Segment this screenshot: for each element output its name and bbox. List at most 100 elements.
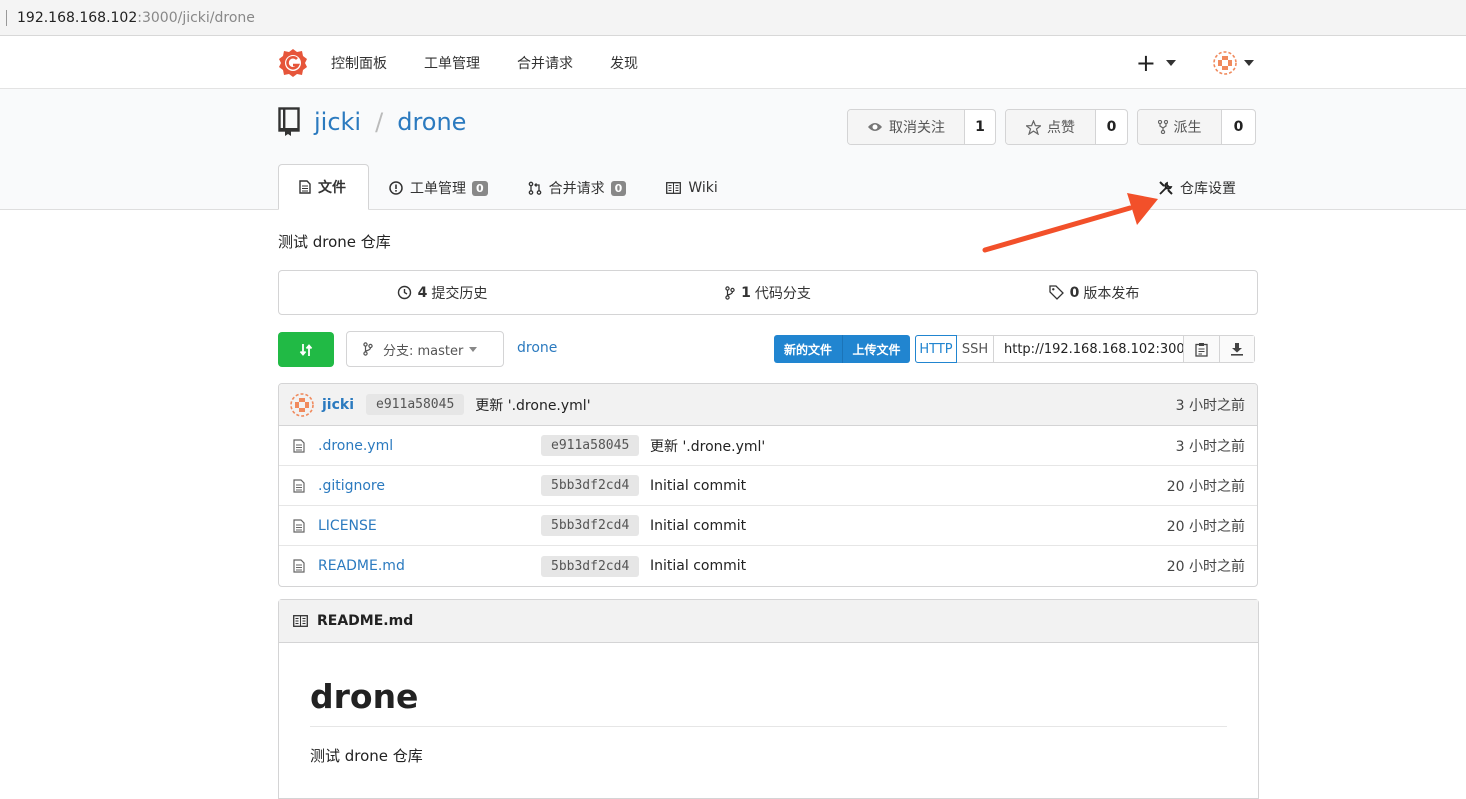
readme-body: 测试 drone 仓库	[310, 747, 423, 765]
file-icon	[293, 559, 305, 573]
fork-label: 派生	[1173, 120, 1202, 136]
tab-settings[interactable]: 仓库设置	[1158, 178, 1236, 198]
fork-button[interactable]: 派生	[1138, 110, 1222, 144]
file-commit-message[interactable]: 更新 '.drone.yml'	[650, 436, 765, 456]
star-count[interactable]: 0	[1096, 110, 1127, 144]
book-icon	[666, 182, 682, 194]
book-icon	[293, 615, 308, 627]
readme-panel: README.md drone 测试 drone 仓库	[278, 599, 1259, 799]
fork-icon	[1157, 120, 1168, 134]
branch-icon	[363, 342, 373, 356]
tab-files-label: 文件	[318, 180, 346, 196]
top-navbar: 控制面板 工单管理 合并请求 发现 +	[0, 36, 1466, 89]
repo-tabs: 文件 工单管理 0 合并请求 0 Wiki	[278, 164, 738, 210]
releases-label: 版本发布	[1083, 285, 1140, 302]
latest-commit-row: jicki e911a58045 更新 '.drone.yml' 3 小时之前	[279, 384, 1257, 426]
file-icon	[293, 518, 305, 533]
file-row[interactable]: .gitignore 5bb3df2cd4 Initial commit 20 …	[279, 466, 1257, 506]
tab-settings-label: 仓库设置	[1180, 181, 1236, 197]
tab-issues[interactable]: 工单管理 0	[369, 166, 508, 210]
file-commit-sha[interactable]: e911a58045	[541, 435, 640, 456]
file-commit-time: 20 小时之前	[1166, 559, 1245, 575]
commit-author-link[interactable]: jicki	[322, 397, 354, 413]
commit-sha-link[interactable]: e911a58045	[366, 394, 465, 415]
browser-address-bar[interactable]: 192.168.168.102:3000/jicki/drone	[0, 0, 1466, 36]
create-plus-icon[interactable]: +	[1136, 51, 1156, 75]
download-button[interactable]	[1219, 336, 1254, 362]
history-icon	[397, 285, 411, 300]
file-commit-message[interactable]: Initial commit	[650, 478, 746, 494]
nav-issues[interactable]: 工单管理	[424, 53, 480, 73]
repo-name-link[interactable]: drone	[397, 108, 466, 136]
file-icon	[293, 478, 305, 493]
file-row[interactable]: LICENSE 5bb3df2cd4 Initial commit 20 小时之…	[279, 506, 1257, 546]
fork-button-group: 派生 0	[1137, 109, 1256, 145]
file-row[interactable]: README.md 5bb3df2cd4 Initial commit 20 小…	[279, 546, 1257, 586]
file-icon	[293, 438, 305, 453]
tag-icon	[1048, 285, 1064, 300]
repo-separator: /	[375, 108, 384, 136]
commit-message: 更新 '.drone.yml'	[475, 397, 591, 414]
file-row[interactable]: .drone.yml e911a58045 更新 '.drone.yml' 3 …	[279, 426, 1257, 466]
tab-wiki-label: Wiki	[688, 180, 718, 196]
file-commit-sha[interactable]: 5bb3df2cd4	[541, 515, 640, 536]
copy-url-button[interactable]	[1184, 336, 1219, 362]
gitea-logo-icon[interactable]	[278, 48, 308, 78]
repo-description: 测试 drone 仓库	[278, 233, 391, 251]
http-clone-tab[interactable]: HTTP	[915, 335, 957, 363]
file-commit-message[interactable]: Initial commit	[650, 558, 746, 574]
file-commit-time: 3 小时之前	[1175, 438, 1245, 455]
branch-selector[interactable]: 分支: master	[346, 331, 504, 367]
watch-count[interactable]: 1	[965, 110, 995, 144]
new-file-button[interactable]: 新的文件	[774, 335, 842, 363]
commit-author-avatar[interactable]	[289, 392, 315, 418]
commits-label: 提交历史	[431, 285, 488, 302]
file-commit-sha[interactable]: 5bb3df2cd4	[541, 555, 640, 577]
file-commit-sha[interactable]: 5bb3df2cd4	[541, 475, 640, 496]
star-button[interactable]: 点赞	[1006, 110, 1096, 144]
commits-count: 4	[417, 284, 428, 301]
watch-label: 取消关注	[889, 120, 945, 136]
repo-owner-link[interactable]: jicki	[314, 108, 361, 136]
file-name-link[interactable]: LICENSE	[318, 518, 377, 534]
clone-url-group: HTTP SSH http://192.168.168.102:3000	[915, 335, 1255, 363]
releases-stat[interactable]: 0 版本发布	[931, 271, 1257, 314]
repo-title: jicki / drone	[278, 107, 466, 137]
star-icon	[1026, 119, 1041, 135]
tab-pulls-label: 合并请求	[548, 181, 605, 197]
file-icon	[299, 180, 311, 194]
tab-wiki[interactable]: Wiki	[646, 166, 737, 210]
nav-explore[interactable]: 发现	[610, 53, 638, 73]
breadcrumb-repo[interactable]: drone	[517, 340, 557, 356]
watch-button-group: 取消关注 1	[847, 109, 996, 145]
create-dropdown-caret-icon[interactable]	[1166, 59, 1176, 66]
eye-icon	[868, 123, 882, 131]
tab-files[interactable]: 文件	[278, 164, 369, 210]
branches-count: 1	[741, 284, 751, 301]
user-avatar[interactable]	[1212, 50, 1238, 76]
user-dropdown-caret-icon[interactable]	[1244, 59, 1254, 66]
tab-pulls[interactable]: 合并请求 0	[508, 166, 647, 210]
clipboard-icon	[1195, 342, 1208, 357]
download-icon	[1231, 343, 1243, 356]
branch-icon	[725, 285, 735, 300]
commits-stat[interactable]: 4 提交历史	[279, 271, 605, 314]
watch-button[interactable]: 取消关注	[848, 110, 965, 144]
clone-url-input[interactable]: http://192.168.168.102:3000	[994, 336, 1184, 362]
url-host: 192.168.168.102	[17, 9, 138, 26]
fork-count[interactable]: 0	[1222, 110, 1255, 144]
file-name-link[interactable]: .gitignore	[318, 478, 385, 494]
nav-dashboard[interactable]: 控制面板	[331, 53, 387, 73]
branch-selector-label: 分支: master	[383, 343, 464, 359]
compare-button[interactable]	[278, 332, 334, 367]
file-name-link[interactable]: README.md	[318, 558, 405, 574]
repo-book-icon	[278, 107, 300, 136]
file-commit-message[interactable]: Initial commit	[650, 518, 746, 534]
file-name-link[interactable]: .drone.yml	[318, 438, 393, 454]
nav-pulls[interactable]: 合并请求	[517, 53, 573, 73]
branches-stat[interactable]: 1 代码分支	[605, 271, 931, 314]
issues-count-badge: 0	[472, 180, 488, 196]
releases-count: 0	[1069, 284, 1080, 301]
ssh-clone-tab[interactable]: SSH	[957, 336, 994, 362]
upload-file-button[interactable]: 上传文件	[842, 335, 910, 363]
